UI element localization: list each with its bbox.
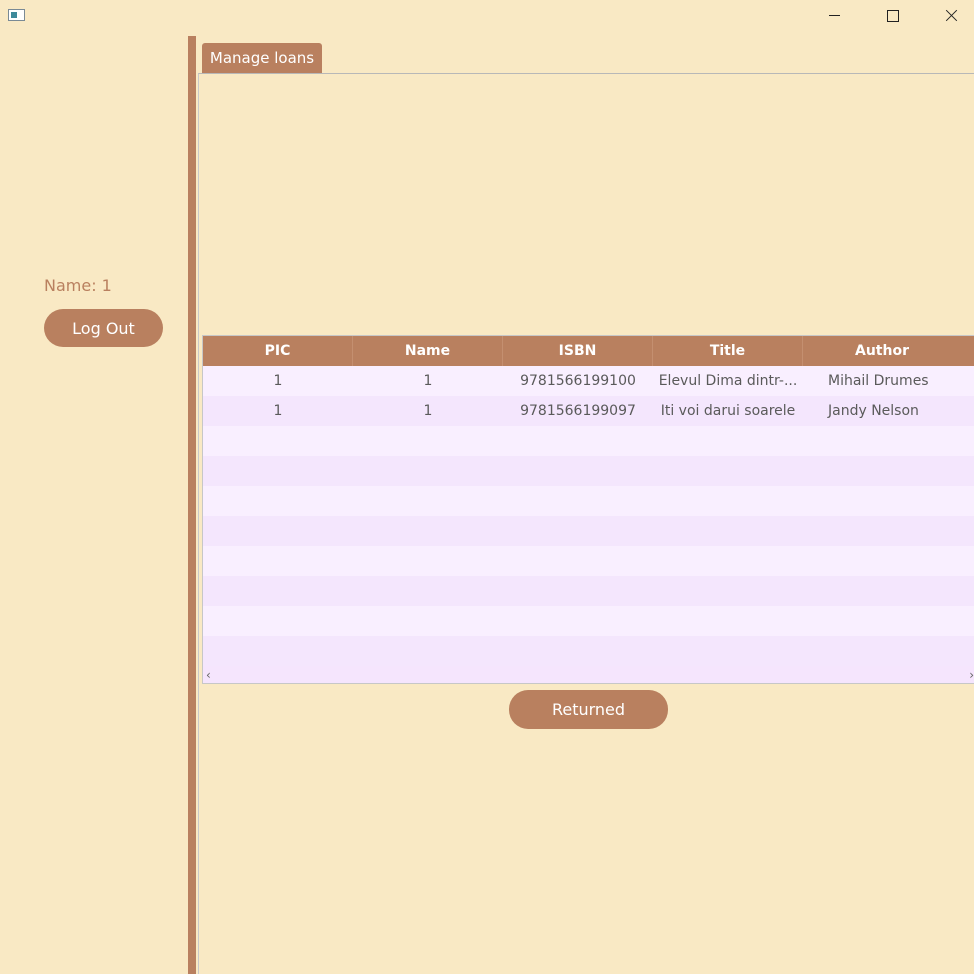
empty-table-row xyxy=(203,516,974,546)
split-pane-divider[interactable] xyxy=(188,36,196,974)
cell-pic: 1 xyxy=(273,373,283,389)
scroll-right-icon[interactable]: › xyxy=(962,667,974,683)
empty-table-row xyxy=(203,546,974,576)
scroll-left-icon[interactable]: ‹ xyxy=(206,667,218,683)
cell-name: 1 xyxy=(423,373,433,389)
cell-author: Mihail Drumes xyxy=(828,373,929,389)
empty-table-row xyxy=(203,636,974,666)
table-row[interactable]: 1 1 9781566199097 Iti voi darui soarele … xyxy=(203,396,974,426)
cell-pic: 1 xyxy=(273,403,283,419)
empty-table-row xyxy=(203,576,974,606)
cell-isbn: 9781566199097 xyxy=(520,403,636,419)
app-icon xyxy=(8,9,25,21)
cell-author: Jandy Nelson xyxy=(828,403,919,419)
cell-title: Elevul Dima dintr-... xyxy=(658,373,798,389)
close-button[interactable] xyxy=(921,0,974,32)
column-header-title[interactable]: Title xyxy=(653,336,803,366)
cell-name: 1 xyxy=(423,403,433,419)
logout-button[interactable]: Log Out xyxy=(44,309,163,347)
empty-table-row xyxy=(203,606,974,636)
table-row[interactable]: 1 1 9781566199100 Elevul Dima dintr-... … xyxy=(203,366,974,396)
empty-table-row xyxy=(203,456,974,486)
column-header-author[interactable]: Author xyxy=(803,336,974,366)
column-header-isbn[interactable]: ISBN xyxy=(503,336,653,366)
column-header-pic[interactable]: PIC xyxy=(203,336,353,366)
table-body: 1 1 9781566199100 Elevul Dima dintr-... … xyxy=(203,366,974,666)
user-name-label: Name: 1 xyxy=(44,276,112,295)
column-header-name[interactable]: Name xyxy=(353,336,503,366)
cell-isbn: 9781566199100 xyxy=(520,373,636,389)
tab-manage-loans[interactable]: Manage loans xyxy=(202,43,322,73)
returned-button[interactable]: Returned xyxy=(509,690,668,729)
horizontal-scrollbar[interactable]: ‹ › xyxy=(203,667,974,683)
title-bar xyxy=(0,0,974,32)
table-header: PIC Name ISBN Title Author xyxy=(203,336,974,366)
minimize-button[interactable] xyxy=(805,0,863,32)
empty-table-row xyxy=(203,426,974,456)
empty-table-row xyxy=(203,486,974,516)
maximize-button[interactable] xyxy=(863,0,921,32)
loans-table: PIC Name ISBN Title Author 1 1 978156619… xyxy=(202,335,974,684)
cell-title: Iti voi darui soarele xyxy=(660,403,796,419)
